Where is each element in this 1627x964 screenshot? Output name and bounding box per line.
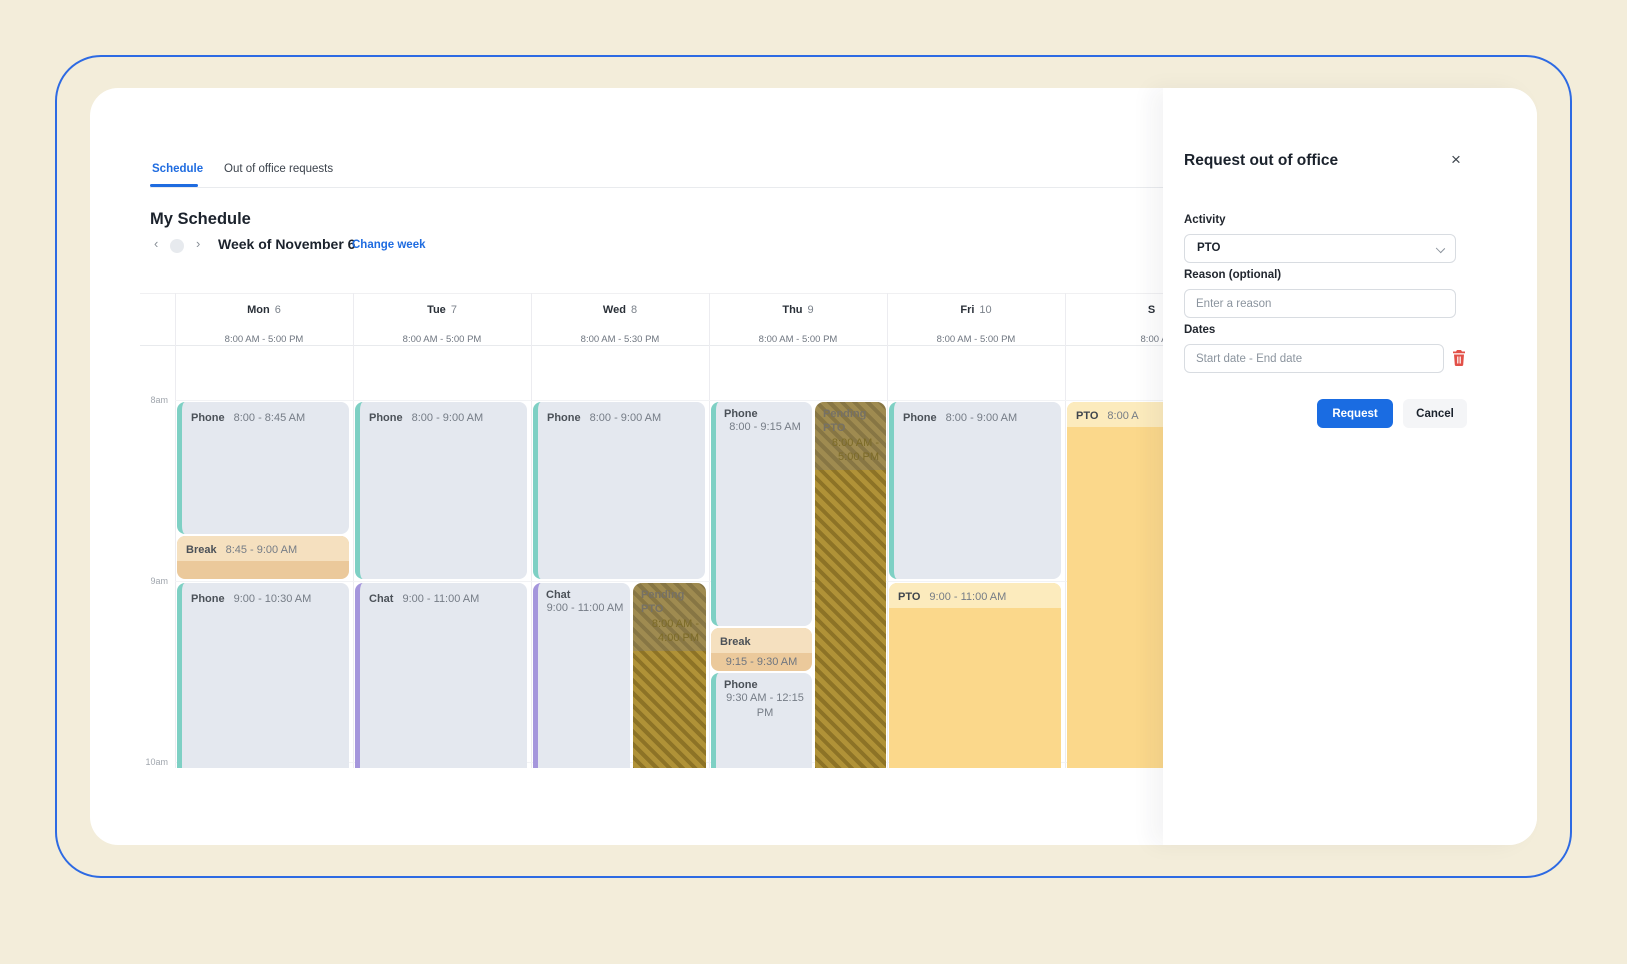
schedule-block-phone[interactable]: Phone8:00 - 9:00 AM (889, 402, 1061, 579)
hour-line (175, 400, 1163, 401)
grid-column-divider (353, 293, 354, 768)
schedule-block-phone[interactable]: Phone9:30 AM - 12:15 PM (711, 673, 812, 768)
schedule-block-phone[interactable]: Phone8:00 - 9:00 AM (533, 402, 705, 579)
trash-icon[interactable] (1452, 350, 1466, 371)
day-hours: 8:00 AM - 5:00 PM (353, 334, 531, 345)
change-week-link[interactable]: Change week (352, 239, 426, 251)
schedule-block-chat[interactable]: Chat9:00 - 11:00 AM (533, 583, 630, 768)
day-hours: 8:00 AM - 5:00 PM (709, 334, 887, 345)
schedule-block-break[interactable]: Break 9:15 - 9:30 AM (711, 628, 812, 671)
hour-line (175, 581, 1163, 582)
time-label-9am: 9am (140, 576, 168, 586)
day-hours: 8:00 AM - 5:30 PM (531, 334, 709, 345)
schedule-block-break[interactable]: Break8:45 - 9:00 AM (177, 536, 349, 579)
reason-input[interactable] (1184, 289, 1456, 318)
grid-line (140, 345, 1163, 346)
schedule-block-phone[interactable]: Phone8:00 - 8:45 AM (177, 402, 349, 534)
prev-week-button[interactable]: ‹ (154, 237, 158, 251)
next-week-button[interactable]: › (196, 237, 200, 251)
grid-column-divider (709, 293, 710, 768)
schedule-block-phone[interactable]: Phone9:00 - 10:30 AM (177, 583, 349, 768)
day-hours: 8:00 AM - 5:00 PM (887, 334, 1065, 345)
tab-divider (150, 187, 1163, 188)
time-label-10am: 10am (140, 757, 168, 767)
schedule-block-phone[interactable]: Phone8:00 - 9:00 AM (355, 402, 527, 579)
day-header-sat: S 8:00 A (1065, 300, 1163, 318)
tab-schedule[interactable]: Schedule (152, 163, 203, 175)
activity-value: PTO (1197, 242, 1220, 254)
drawer-title: Request out of office (1184, 152, 1338, 170)
dates-input[interactable] (1184, 344, 1444, 373)
schedule-block-chat[interactable]: Chat9:00 - 11:00 AM (355, 583, 527, 768)
day-hours: 8:00 AM - 5:00 PM (175, 334, 353, 345)
today-button[interactable] (170, 239, 184, 253)
request-button[interactable]: Request (1317, 399, 1393, 428)
request-out-of-office-drawer (1163, 88, 1537, 845)
grid-column-divider (175, 293, 176, 768)
cancel-button[interactable]: Cancel (1403, 399, 1467, 428)
grid-column-divider (887, 293, 888, 768)
schedule-block-pending-pto[interactable]: Pending PTO8:00 AM - 5:00 PM (815, 402, 886, 768)
activity-label: Activity (1184, 214, 1226, 226)
reason-label: Reason (optional) (1184, 269, 1281, 281)
chevron-down-icon (1436, 244, 1445, 253)
time-label-8am: 8am (140, 395, 168, 405)
schedule-block-pto[interactable]: PTO8:00 A (1067, 402, 1163, 768)
grid-column-divider (1065, 293, 1066, 768)
page-title: My Schedule (150, 210, 251, 229)
schedule-grid: Mon6 8:00 AM - 5:00 PM Tue7 8:00 AM - 5:… (140, 290, 1163, 768)
week-label: Week of November 6 (218, 236, 355, 252)
grid-column-divider (531, 293, 532, 768)
tab-out-of-office-requests[interactable]: Out of office requests (224, 163, 333, 175)
day-header-fri: Fri10 8:00 AM - 5:00 PM (887, 300, 1065, 318)
day-header-mon: Mon6 8:00 AM - 5:00 PM (175, 300, 353, 318)
dates-label: Dates (1184, 324, 1215, 336)
schedule-block-pto[interactable]: PTO9:00 - 11:00 AM (889, 583, 1061, 768)
schedule-block-phone[interactable]: Phone8:00 - 9:15 AM (711, 402, 812, 626)
activity-select[interactable]: PTO (1184, 234, 1456, 263)
day-header-tue: Tue7 8:00 AM - 5:00 PM (353, 300, 531, 318)
close-icon[interactable]: × (1445, 149, 1467, 171)
day-header-wed: Wed8 8:00 AM - 5:30 PM (531, 300, 709, 318)
day-header-thu: Thu9 8:00 AM - 5:00 PM (709, 300, 887, 318)
schedule-block-pending-pto[interactable]: Pending PTO8:00 AM - 4:00 PM (633, 583, 706, 768)
grid-line (140, 293, 1163, 294)
day-hours: 8:00 A (1065, 334, 1163, 345)
